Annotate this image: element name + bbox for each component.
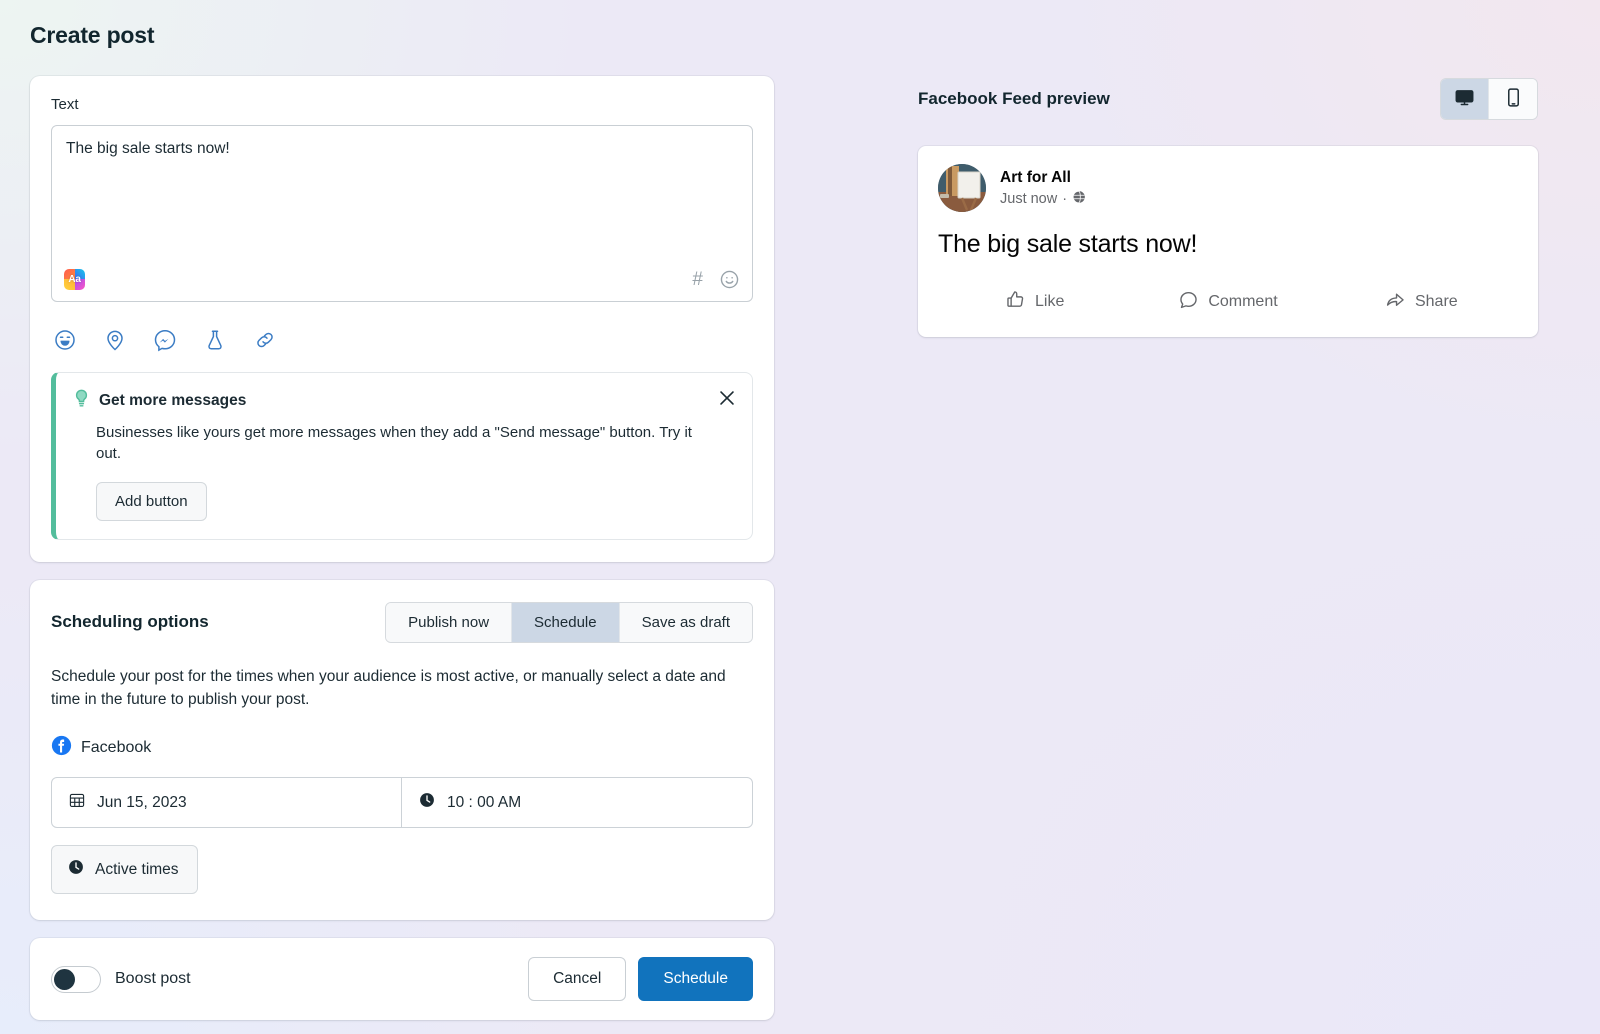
active-times-button[interactable]: Active times	[51, 845, 198, 894]
facebook-icon	[51, 735, 72, 761]
post-meta: Just now ·	[1000, 190, 1086, 208]
clock-icon	[418, 791, 436, 814]
scheduling-description: Schedule your post for the times when yo…	[51, 665, 751, 712]
clock-icon	[67, 858, 85, 881]
tip-card: Get more messages Businesses like yours …	[51, 372, 753, 540]
like-button[interactable]: Like	[938, 283, 1131, 321]
scheduling-tabs: Publish now Schedule Save as draft	[385, 602, 753, 643]
scheduling-header: Scheduling options Publish now Schedule …	[51, 602, 753, 643]
preview-header: Facebook Feed preview	[918, 76, 1538, 122]
mobile-view-button[interactable]	[1489, 79, 1537, 119]
boost-post-row: Boost post	[51, 966, 191, 993]
lightbulb-icon	[74, 389, 89, 413]
composer-card: Text The big sale starts now! Aa #	[30, 76, 774, 562]
tab-schedule[interactable]: Schedule	[512, 603, 620, 642]
time-value: 10 : 00 AM	[447, 794, 521, 812]
preview-column: Facebook Feed preview	[918, 76, 1538, 337]
messenger-icon[interactable]	[153, 328, 177, 352]
datetime-row: Jun 15, 2023 10 : 00 AM	[51, 777, 753, 828]
add-button-button[interactable]: Add button	[96, 482, 207, 521]
page-title: Create post	[30, 22, 154, 49]
feeling-icon[interactable]	[53, 328, 77, 352]
desktop-view-button[interactable]	[1441, 79, 1489, 119]
device-toggle	[1440, 78, 1538, 120]
aa-format-icon-label: Aa	[64, 269, 85, 290]
comment-icon	[1178, 289, 1199, 315]
post-text-value: The big sale starts now!	[66, 139, 738, 160]
share-button[interactable]: Share	[1325, 283, 1518, 321]
post-actions: Like Comment Share	[938, 279, 1518, 321]
link-icon[interactable]	[253, 328, 277, 352]
tip-title: Get more messages	[99, 392, 246, 410]
avatar	[938, 164, 986, 212]
action-bar: Boost post Cancel Schedule	[30, 938, 774, 1020]
share-label: Share	[1415, 293, 1458, 311]
post-text: The big sale starts now!	[938, 229, 1518, 260]
tip-body: Businesses like yours get more messages …	[96, 422, 716, 465]
globe-icon	[1072, 190, 1086, 208]
facebook-post-preview: Art for All Just now · The big sale star…	[918, 146, 1538, 337]
post-meta-separator: ·	[1062, 191, 1067, 207]
text-field-label: Text	[51, 96, 753, 113]
composer-column: Text The big sale starts now! Aa #	[30, 76, 774, 1020]
network-row: Facebook	[51, 735, 753, 761]
tip-header: Get more messages	[74, 389, 736, 413]
comment-button[interactable]: Comment	[1131, 283, 1324, 321]
comment-label: Comment	[1208, 293, 1277, 311]
like-label: Like	[1035, 293, 1064, 311]
time-input[interactable]: 10 : 00 AM	[402, 778, 752, 827]
calendar-icon	[68, 791, 86, 814]
location-icon[interactable]	[103, 328, 127, 352]
preview-title: Facebook Feed preview	[918, 89, 1110, 109]
post-timestamp: Just now	[1000, 191, 1057, 207]
composer-toolbar: Aa #	[52, 257, 752, 301]
composer-tools	[53, 319, 753, 352]
monitor-icon	[1454, 87, 1475, 111]
boost-post-label: Boost post	[115, 970, 191, 988]
emoji-icon[interactable]	[719, 269, 740, 290]
share-icon	[1385, 289, 1406, 315]
action-buttons: Cancel Schedule	[528, 957, 753, 1001]
schedule-button[interactable]: Schedule	[638, 957, 753, 1001]
experiment-icon[interactable]	[203, 328, 227, 352]
cancel-button[interactable]: Cancel	[528, 957, 626, 1001]
post-author: Art for All	[1000, 168, 1086, 187]
network-name: Facebook	[81, 739, 151, 757]
post-header: Art for All Just now ·	[938, 164, 1518, 212]
active-times-label: Active times	[95, 861, 179, 879]
post-text-input[interactable]: The big sale starts now! Aa #	[51, 125, 753, 302]
scheduling-title: Scheduling options	[51, 612, 209, 632]
close-icon[interactable]	[716, 387, 738, 409]
date-input[interactable]: Jun 15, 2023	[52, 778, 402, 827]
tab-save-as-draft[interactable]: Save as draft	[620, 603, 752, 642]
hashtag-icon[interactable]: #	[692, 270, 703, 289]
tab-publish-now[interactable]: Publish now	[386, 603, 512, 642]
thumbs-up-icon	[1005, 289, 1026, 315]
phone-icon	[1503, 87, 1524, 111]
scheduling-card: Scheduling options Publish now Schedule …	[30, 580, 774, 921]
boost-post-toggle[interactable]	[51, 966, 101, 993]
aa-format-icon[interactable]: Aa	[64, 269, 85, 290]
date-value: Jun 15, 2023	[97, 794, 187, 812]
post-author-block: Art for All Just now ·	[1000, 168, 1086, 207]
